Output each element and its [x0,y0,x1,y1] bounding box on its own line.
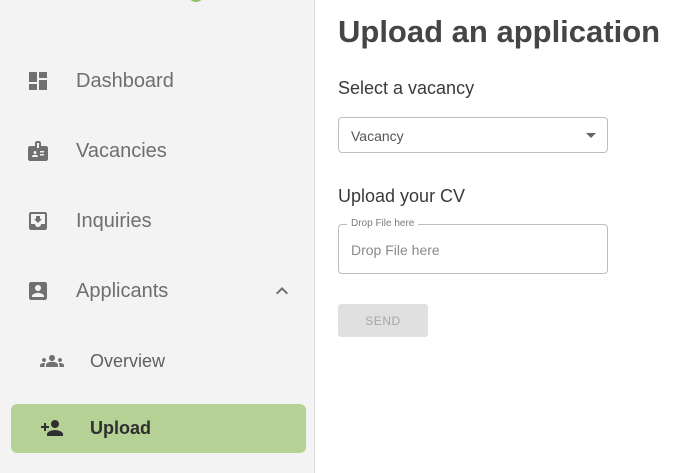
sidebar-item-vacancies[interactable]: Vacancies [0,127,315,175]
badge-icon [26,139,50,163]
main-content: Upload an application Select a vacancy V… [338,0,687,473]
send-button[interactable]: SEND [338,304,428,337]
vacancy-select-value: Vacancy [351,128,404,144]
sidebar-item-inquiries[interactable]: Inquiries [0,197,315,245]
sidebar-item-label: Applicants [76,280,169,302]
person-add-icon [40,416,64,440]
logo [188,0,204,2]
cv-section-label: Upload your CV [338,186,466,206]
file-field-placeholder: Drop File here [351,242,440,258]
sidebar-item-label: Dashboard [76,70,174,92]
sidebar-item-label: Vacancies [76,140,167,162]
cv-file-dropzone[interactable]: Drop File here Drop File here [338,218,608,274]
account-box-icon [26,279,50,303]
sidebar: Dashboard Vacancies Inquiries Applicants… [0,0,315,473]
vacancy-section-label: Select a vacancy [338,78,475,98]
dropdown-arrow-icon [586,133,596,138]
sidebar-item-dashboard[interactable]: Dashboard [0,57,315,105]
chevron-up-icon[interactable] [270,279,294,303]
page-title: Upload an application [338,14,661,49]
file-field-label: Drop File here [347,218,419,230]
inbox-download-icon [26,209,50,233]
vacancy-select[interactable]: Vacancy [338,117,608,153]
sidebar-item-applicants[interactable]: Applicants [0,267,315,315]
sidebar-item-label: Overview [90,351,166,371]
sidebar-item-label: Upload [90,418,151,438]
sidebar-item-upload[interactable]: Upload [11,404,306,453]
dashboard-icon [26,69,50,93]
sidebar-item-label: Inquiries [76,210,152,232]
sidebar-item-overview[interactable]: Overview [0,337,315,385]
people-icon [40,349,64,373]
